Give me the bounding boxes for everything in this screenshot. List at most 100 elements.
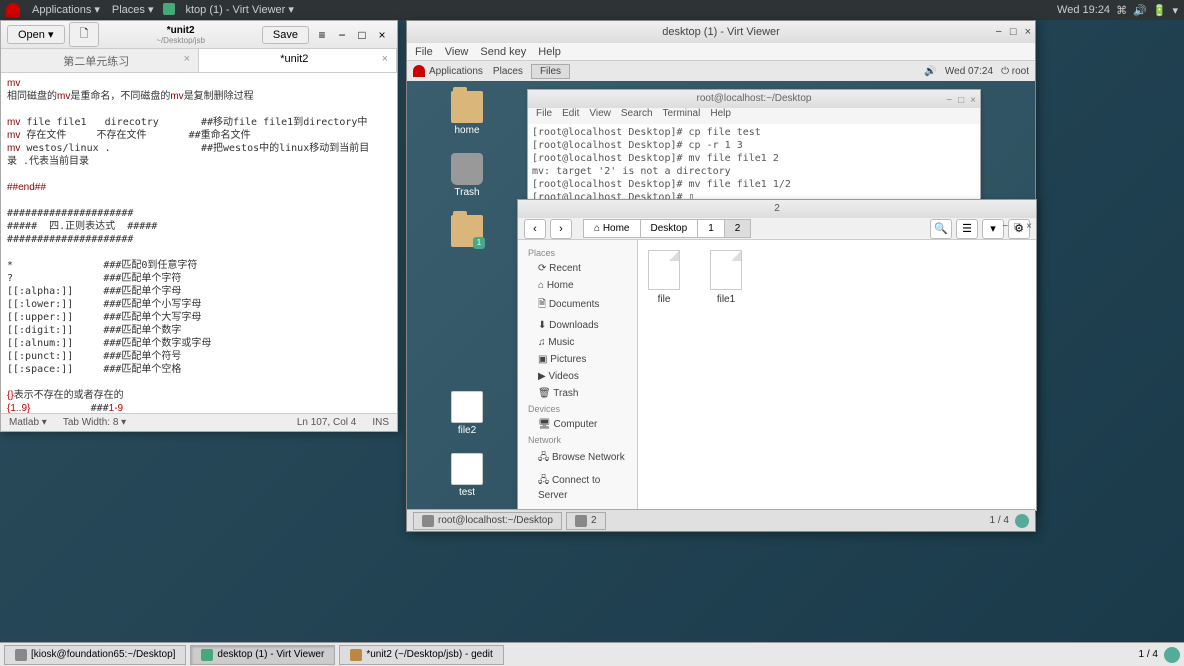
guest-taskbar-terminal[interactable]: root@localhost:~/Desktop <box>413 512 562 530</box>
gedit-statusbar: Matlab ▾ Tab Width: 8 ▾ Ln 107, Col 4 IN… <box>1 413 397 431</box>
power-icon[interactable]: ▾ <box>1172 4 1178 17</box>
path-1[interactable]: 1 <box>697 219 725 238</box>
distro-logo-icon <box>6 3 20 17</box>
gedit-tabwidth[interactable]: Tab Width: 8 ▾ <box>63 417 126 428</box>
host-taskbar-virt-viewer[interactable]: desktop (1) - Virt Viewer <box>190 645 335 665</box>
host-window-menu[interactable]: ktop (1) - Virt Viewer ▾ <box>181 3 297 17</box>
virt-menu-file[interactable]: File <box>415 46 433 58</box>
virt-title-text: desktop (1) - Virt Viewer <box>662 26 780 38</box>
volume-icon[interactable]: 🔊 <box>1133 4 1147 17</box>
desktop-icon-home[interactable]: home <box>442 91 492 136</box>
sidebar-music[interactable]: ♫ Music <box>518 334 637 351</box>
host-apps-menu[interactable]: Applications ▾ <box>28 3 104 17</box>
path-2[interactable]: 2 <box>724 219 752 238</box>
gedit-menu-button[interactable]: ≡ <box>313 28 331 42</box>
sidebar-connect-server[interactable]: 🖧 Connect to Server <box>518 470 637 504</box>
gedit-new-button[interactable]: 🗋 <box>69 22 100 47</box>
files-forward-button[interactable]: › <box>550 219 572 239</box>
guest-user-menu[interactable]: ⏻ root <box>1001 66 1029 77</box>
virt-menu-sendkey[interactable]: Send key <box>480 46 526 58</box>
host-notification-icon[interactable] <box>1164 647 1180 663</box>
desktop-icon-trash[interactable]: Trash <box>442 153 492 198</box>
files-dropdown-button[interactable]: ▾ <box>982 219 1004 239</box>
desktop-icon-test[interactable]: test <box>442 453 492 498</box>
guest-taskbar-files[interactable]: 2 <box>566 512 606 530</box>
host-clock[interactable]: Wed 19:24 <box>1057 4 1110 16</box>
guest-files-tab[interactable]: Files <box>531 64 570 79</box>
files-search-button[interactable]: 🔍 <box>930 219 952 239</box>
virt-close-button[interactable]: × <box>1025 26 1031 38</box>
files-content[interactable]: file file1 <box>638 240 1036 510</box>
gedit-open-button[interactable]: Open ▾ <box>7 25 65 44</box>
virt-menu-help[interactable]: Help <box>538 46 561 58</box>
sidebar-computer[interactable]: 🖥 Computer <box>518 416 637 433</box>
term-menu-view[interactable]: View <box>589 108 611 124</box>
virt-viewer-icon <box>163 3 175 15</box>
gedit-maximize-button[interactable]: □ <box>353 28 371 42</box>
files-breadcrumb: ⌂ Home Desktop 1 2 <box>584 219 751 238</box>
gedit-close-button[interactable]: × <box>373 28 391 42</box>
files-titlebar[interactable]: 2 −□× <box>518 200 1036 218</box>
gedit-tabbar: 第二单元练习× *unit2× <box>1 49 397 73</box>
sidebar-browse-network[interactable]: 🖧 Browse Network <box>518 447 637 470</box>
term-menu-file[interactable]: File <box>536 108 552 124</box>
files-toolbar: ‹ › ⌂ Home Desktop 1 2 🔍 ☰ ▾ ⚙ <box>518 218 1036 240</box>
sidebar-downloads[interactable]: ⬇ Downloads <box>518 317 637 334</box>
guest-places-menu[interactable]: Places <box>493 66 523 77</box>
desktop-icon-file2[interactable]: file2 <box>442 391 492 436</box>
virt-titlebar[interactable]: desktop (1) - Virt Viewer − □ × <box>407 21 1035 43</box>
terminal-min-icon[interactable]: − <box>946 92 952 110</box>
guest-workspace-indicator[interactable]: 1 / 4 <box>990 515 1009 526</box>
guest-clock[interactable]: Wed 07:24 <box>945 66 993 77</box>
battery-icon[interactable]: 🔋 <box>1153 4 1167 17</box>
virt-minimize-button[interactable]: − <box>995 26 1001 38</box>
terminal-max-icon[interactable]: □ <box>958 92 964 110</box>
files-list-view-button[interactable]: ☰ <box>956 219 978 239</box>
gedit-save-button[interactable]: Save <box>262 26 309 44</box>
guest-network-icon[interactable]: 🔊 <box>924 66 936 77</box>
gedit-tab-2[interactable]: *unit2× <box>199 49 397 72</box>
term-menu-terminal[interactable]: Terminal <box>663 108 701 124</box>
host-taskbar-kiosk-terminal[interactable]: [kiosk@foundation65:~/Desktop] <box>4 645 186 665</box>
file-item-file[interactable]: file <box>648 250 680 305</box>
files-back-button[interactable]: ‹ <box>524 219 546 239</box>
term-menu-edit[interactable]: Edit <box>562 108 579 124</box>
gedit-insert-mode: INS <box>372 417 389 428</box>
sidebar-trash[interactable]: 🗑 Trash <box>518 385 637 402</box>
guest-desktop[interactable]: Applications Places Files 🔊 Wed 07:24 ⏻ … <box>407 61 1035 531</box>
path-home[interactable]: ⌂ Home <box>583 219 641 238</box>
files-min-icon[interactable]: − <box>1002 218 1008 236</box>
host-taskbar-gedit[interactable]: *unit2 (~/Desktop/jsb) - gedit <box>339 645 503 665</box>
host-workspace-indicator[interactable]: 1 / 4 <box>1139 649 1158 660</box>
sidebar-places-header: Places <box>518 246 637 260</box>
gedit-language[interactable]: Matlab ▾ <box>9 417 47 428</box>
virt-menu-view[interactable]: View <box>445 46 469 58</box>
sidebar-network-header: Network <box>518 433 637 447</box>
sidebar-documents[interactable]: 🗎 Documents <box>518 294 637 317</box>
gedit-tab-1[interactable]: 第二单元练习× <box>1 49 199 72</box>
files-max-icon[interactable]: □ <box>1014 218 1020 236</box>
host-taskbar: [kiosk@foundation65:~/Desktop] desktop (… <box>0 642 1184 666</box>
file-item-file1[interactable]: file1 <box>710 250 742 305</box>
terminal-titlebar[interactable]: root@localhost:~/Desktop −□× <box>528 90 980 108</box>
path-desktop[interactable]: Desktop <box>640 219 699 238</box>
terminal-output[interactable]: [root@localhost Desktop]# cp file test [… <box>528 124 980 206</box>
gedit-minimize-button[interactable]: − <box>333 28 351 42</box>
term-menu-help[interactable]: Help <box>710 108 731 124</box>
sidebar-pictures[interactable]: ▣ Pictures <box>518 351 637 368</box>
accessibility-icon[interactable]: ⌘ <box>1116 4 1127 17</box>
guest-apps-menu[interactable]: Applications <box>429 66 483 77</box>
guest-notification-icon[interactable] <box>1015 514 1029 528</box>
terminal-close-icon[interactable]: × <box>970 92 976 110</box>
virt-maximize-button[interactable]: □ <box>1010 26 1017 38</box>
desktop-icon-folder-1[interactable]: 1 <box>442 215 492 249</box>
sidebar-videos[interactable]: ▶ Videos <box>518 368 637 385</box>
sidebar-home[interactable]: ⌂ Home <box>518 277 637 294</box>
files-close-icon[interactable]: × <box>1026 218 1032 236</box>
gedit-window: Open ▾ 🗋 *unit2 ~/Desktop/jsb Save ≡ − □… <box>0 20 398 432</box>
gedit-editor[interactable]: mv 相同磁盘的mv是重命名，不同磁盘的mv是复制删除过程 mv file fi… <box>1 73 397 413</box>
sidebar-recent[interactable]: ⟳ Recent <box>518 260 637 277</box>
term-menu-search[interactable]: Search <box>621 108 653 124</box>
host-places-menu[interactable]: Places ▾ <box>108 3 158 17</box>
sidebar-devices-header: Devices <box>518 402 637 416</box>
